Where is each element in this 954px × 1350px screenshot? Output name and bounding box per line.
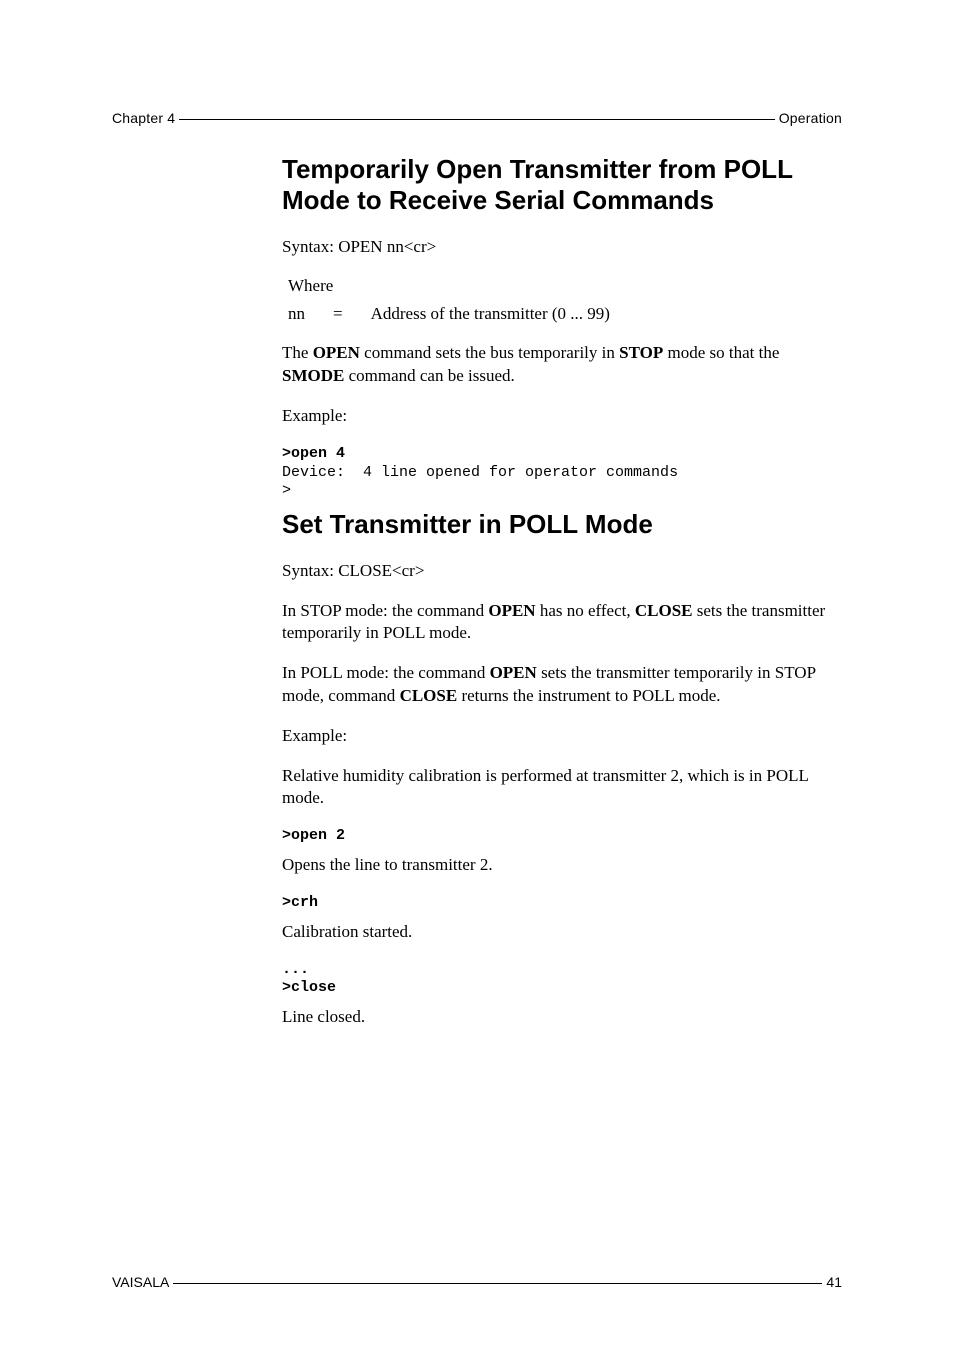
open-description: The OPEN command sets the bus temporaril… bbox=[282, 342, 842, 386]
syntax-close: Syntax: CLOSE<cr> bbox=[282, 560, 842, 582]
code-open-2: >open 2 bbox=[282, 827, 842, 846]
param-equals: = bbox=[333, 304, 343, 324]
example-label-2: Example: bbox=[282, 725, 842, 747]
heading-set-poll: Set Transmitter in POLL Mode bbox=[282, 509, 842, 540]
heading-open-transmitter: Temporarily Open Transmitter from POLL M… bbox=[282, 154, 842, 216]
stop-mode-desc: In STOP mode: the command OPEN has no ef… bbox=[282, 600, 842, 644]
example-label-1: Example: bbox=[282, 405, 842, 427]
code-close: ... >close bbox=[282, 961, 842, 999]
header-rule bbox=[179, 109, 774, 120]
line-closed: Line closed. bbox=[282, 1006, 842, 1028]
page-header: Chapter 4 Operation bbox=[112, 110, 842, 126]
footer-page-number: 41 bbox=[826, 1274, 842, 1290]
footer-rule bbox=[173, 1273, 822, 1284]
code-crh: >crh bbox=[282, 894, 842, 913]
param-name: nn bbox=[288, 304, 305, 324]
where-label: Where bbox=[288, 276, 842, 296]
where-row: nn = Address of the transmitter (0 ... 9… bbox=[288, 304, 842, 324]
where-block: Where nn = Address of the transmitter (0… bbox=[288, 276, 842, 324]
param-desc: Address of the transmitter (0 ... 99) bbox=[371, 304, 610, 324]
footer-brand: VAISALA bbox=[112, 1274, 169, 1290]
page-footer: VAISALA 41 bbox=[112, 1274, 842, 1290]
syntax-open: Syntax: OPEN nn<cr> bbox=[282, 236, 842, 258]
example-intro: Relative humidity calibration is perform… bbox=[282, 765, 842, 809]
content-area: Temporarily Open Transmitter from POLL M… bbox=[282, 154, 842, 1028]
calibration-started: Calibration started. bbox=[282, 921, 842, 943]
opens-line-desc: Opens the line to transmitter 2. bbox=[282, 854, 842, 876]
header-section: Operation bbox=[779, 110, 842, 126]
poll-mode-desc: In POLL mode: the command OPEN sets the … bbox=[282, 662, 842, 706]
code-open-4: >open 4 Device: 4 line opened for operat… bbox=[282, 445, 842, 501]
header-chapter: Chapter 4 bbox=[112, 110, 175, 126]
